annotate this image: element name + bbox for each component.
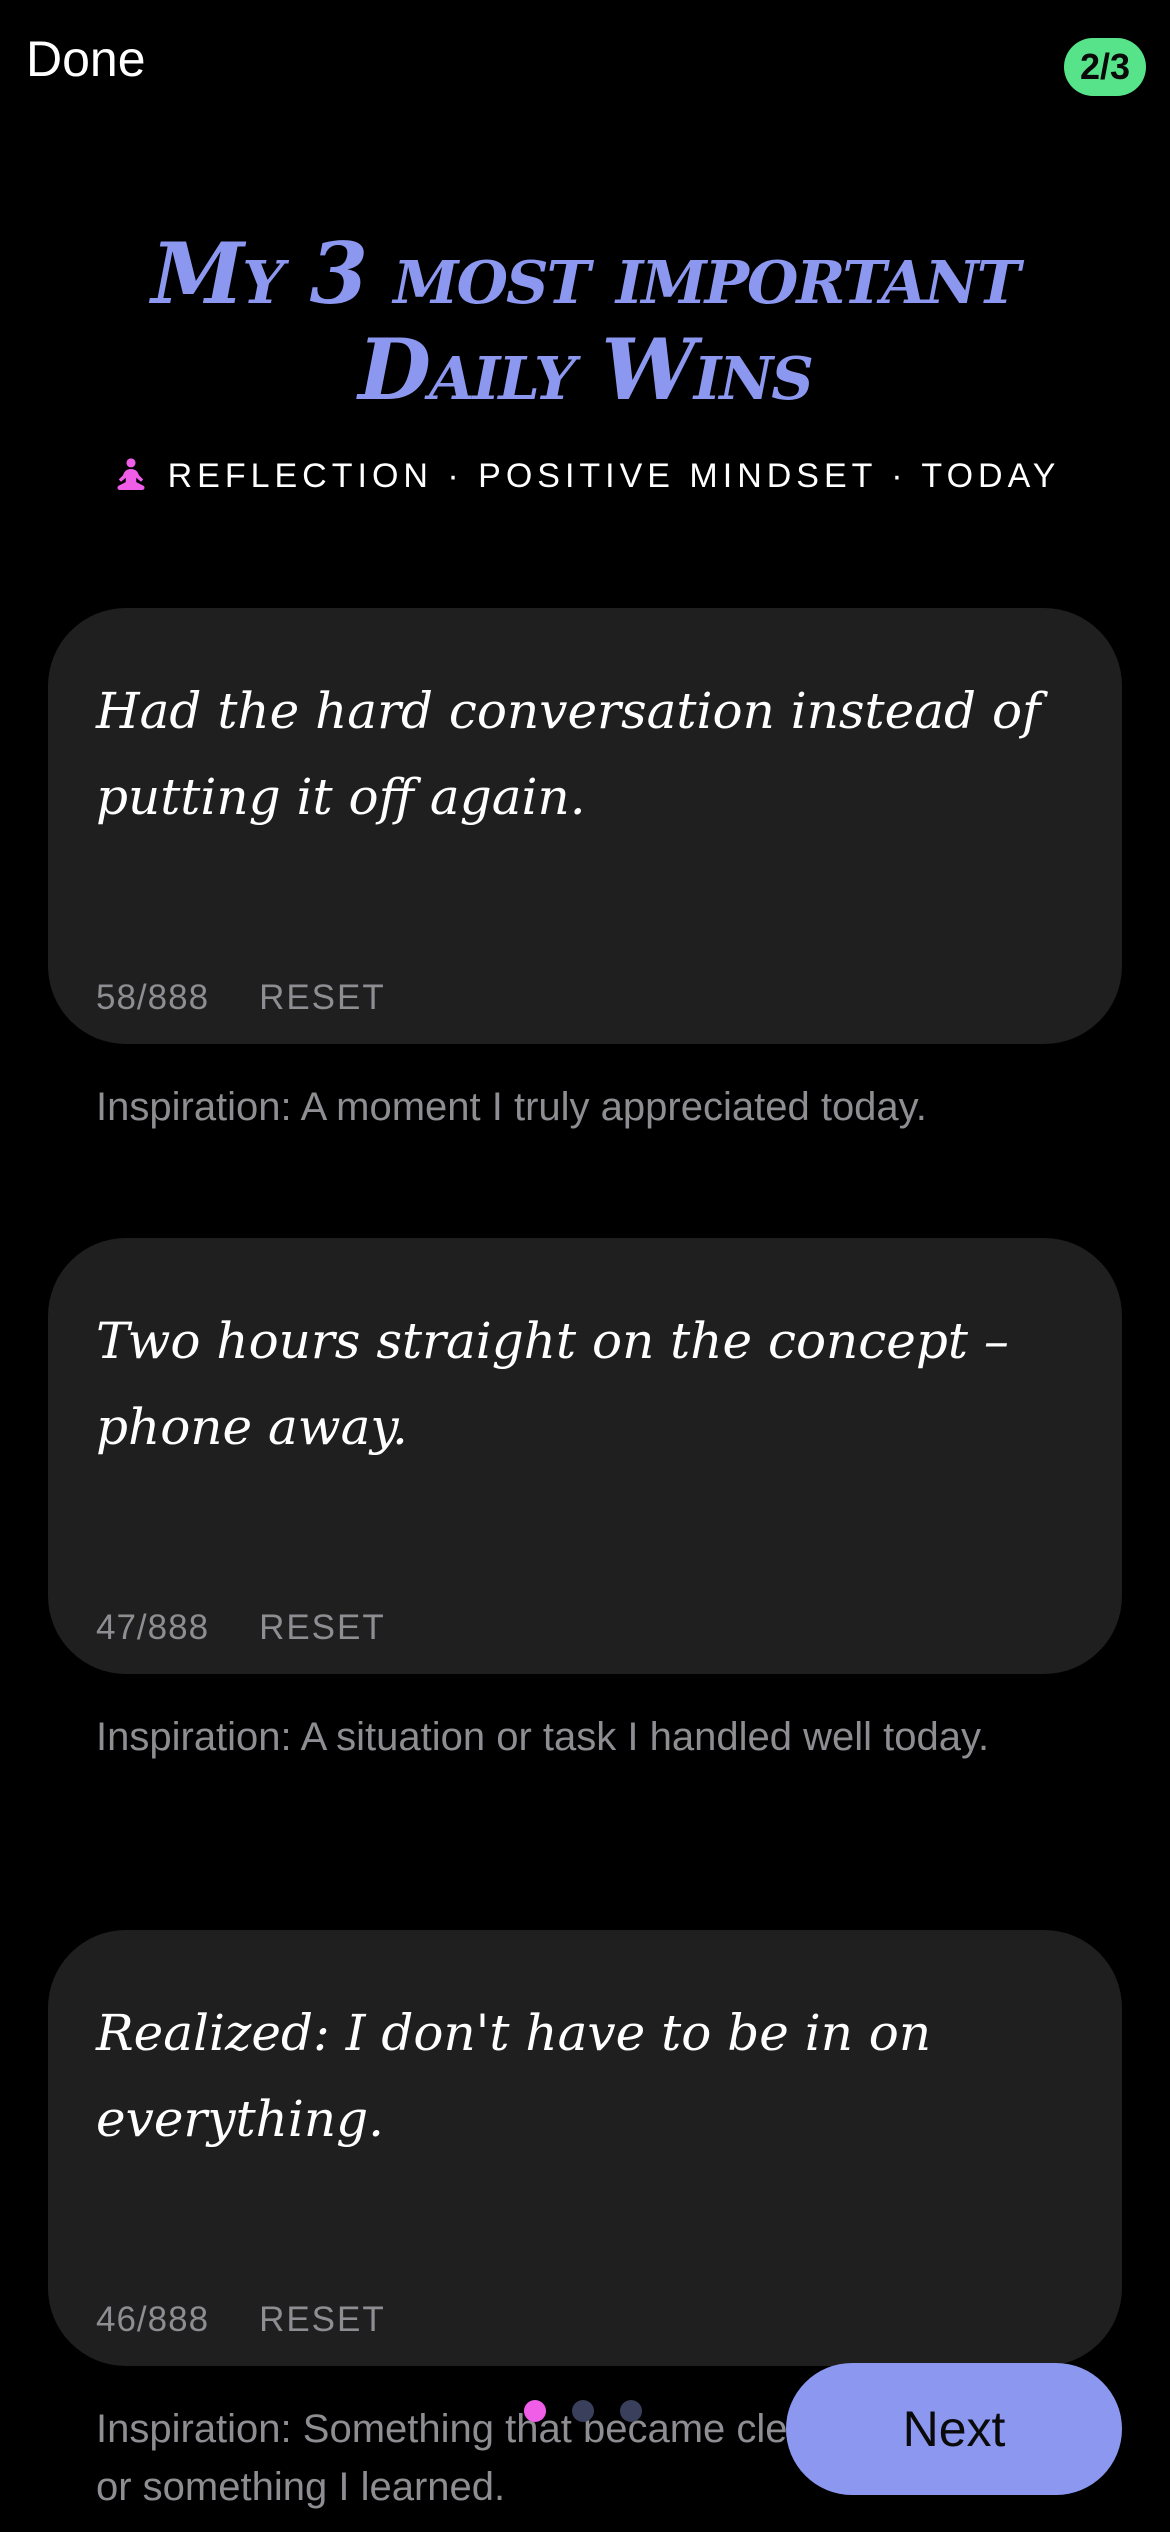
entry-text[interactable]: Had the hard conversation instead of put… <box>96 668 1074 840</box>
entry-card-1[interactable]: Had the hard conversation instead of put… <box>48 608 1122 1044</box>
entry-footer: 58/888 RESET <box>96 978 386 1018</box>
page-dot-2[interactable] <box>572 2400 594 2422</box>
inspiration-hint-1: Inspiration: A moment I truly appreciate… <box>96 1085 927 1129</box>
entry-footer: 46/888 RESET <box>96 2300 386 2340</box>
reset-button[interactable]: RESET <box>259 1608 386 1648</box>
subtitle-row: REFLECTION · POSITIVE MINDSET · TODAY <box>0 455 1170 497</box>
meditation-icon <box>117 458 145 490</box>
subtitle: REFLECTION · POSITIVE MINDSET · TODAY <box>167 456 1061 495</box>
inspiration-hint-2: Inspiration: A situation or task I handl… <box>96 1715 990 1759</box>
entry-card-2[interactable]: Two hours straight on the concept – phon… <box>48 1238 1122 1674</box>
reset-button[interactable]: RESET <box>259 2300 386 2340</box>
character-count: 58/888 <box>96 978 210 1017</box>
entry-footer: 47/888 RESET <box>96 1608 386 1648</box>
page-indicator <box>524 2400 642 2422</box>
entry-text[interactable]: Realized: I don't have to be in on every… <box>96 1990 1074 2162</box>
character-count: 46/888 <box>96 2300 210 2339</box>
step-badge: 2/3 <box>1064 38 1146 96</box>
character-count: 47/888 <box>96 1608 210 1647</box>
entry-card-3[interactable]: Realized: I don't have to be in on every… <box>48 1930 1122 2366</box>
page-dot-3[interactable] <box>620 2400 642 2422</box>
entry-text[interactable]: Two hours straight on the concept – phon… <box>96 1298 1074 1470</box>
reset-button[interactable]: RESET <box>259 978 386 1018</box>
page-dot-1[interactable] <box>524 2400 546 2422</box>
page-title: My 3 most important Daily Wins <box>151 224 1020 419</box>
done-button[interactable]: Done <box>26 30 146 88</box>
next-button[interactable]: Next <box>786 2363 1122 2495</box>
